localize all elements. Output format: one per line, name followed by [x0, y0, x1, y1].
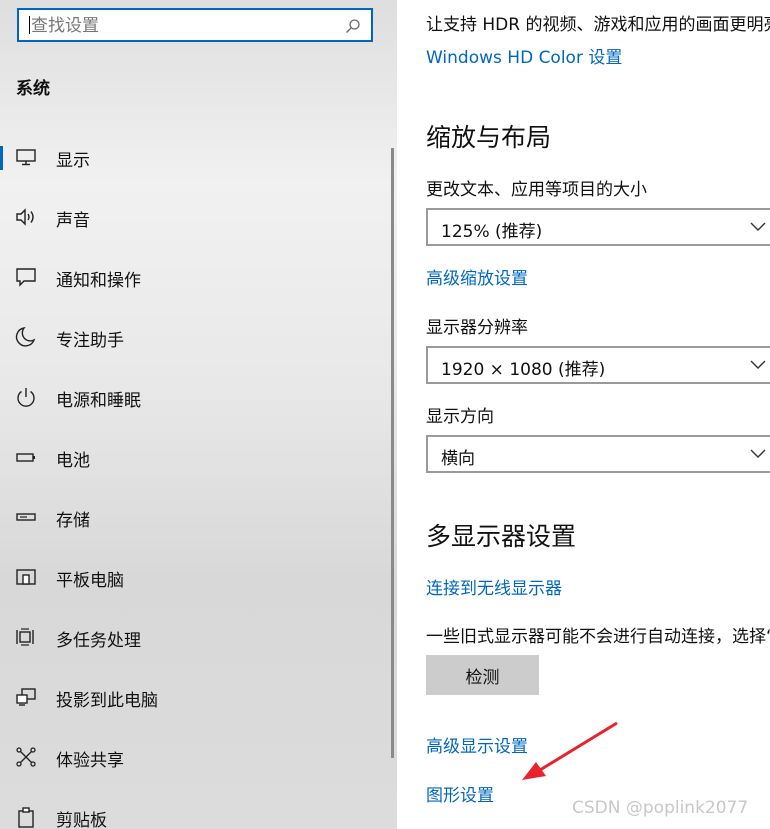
- main-content: 让支持 HDR 的视频、游戏和应用的画面更明亮、更生动。 Windows HD …: [397, 0, 770, 829]
- sidebar-item-label: 投影到此电脑: [56, 691, 158, 711]
- scale-label: 更改文本、应用等项目的大小: [426, 180, 647, 200]
- sidebar: 系统 显示 声音 通知和操作 专注助手: [0, 0, 397, 829]
- sidebar-item-sound[interactable]: 声音: [0, 188, 392, 248]
- share-icon: [15, 746, 37, 768]
- graphics-settings-link[interactable]: 图形设置: [426, 781, 494, 806]
- clipboard-icon: [15, 806, 37, 828]
- sidebar-item-multitasking[interactable]: 多任务处理: [0, 608, 392, 668]
- notification-icon: [15, 266, 37, 288]
- chevron-down-icon: [750, 222, 766, 231]
- resolution-label: 显示器分辨率: [426, 318, 528, 338]
- chevron-down-icon: [750, 449, 766, 458]
- sidebar-item-label: 存储: [56, 511, 90, 531]
- advanced-scaling-link[interactable]: 高级缩放设置: [426, 264, 528, 289]
- sidebar-item-label: 显示: [56, 151, 90, 171]
- orientation-label: 显示方向: [426, 407, 494, 427]
- scale-layout-heading: 缩放与布局: [426, 123, 552, 152]
- sidebar-item-label: 电源和睡眠: [56, 391, 141, 411]
- wireless-display-link[interactable]: 连接到无线显示器: [426, 574, 562, 599]
- sidebar-item-power-sleep[interactable]: 电源和睡眠: [0, 368, 392, 428]
- sidebar-item-tablet[interactable]: 平板电脑: [0, 548, 392, 608]
- sidebar-item-label: 剪贴板: [56, 811, 107, 829]
- sidebar-scrollbar[interactable]: [391, 148, 394, 758]
- text-caret: [29, 16, 30, 34]
- monitor-icon: [15, 146, 37, 168]
- sidebar-item-label: 多任务处理: [56, 631, 141, 651]
- annotation-arrow: [522, 721, 618, 780]
- orientation-value: 横向: [441, 449, 475, 469]
- resolution-value: 1920 × 1080 (推荐): [441, 360, 606, 380]
- sidebar-item-project[interactable]: 投影到此电脑: [0, 668, 392, 728]
- sidebar-item-storage[interactable]: 存储: [0, 488, 392, 548]
- project-icon: [15, 686, 37, 708]
- scale-value: 125% (推荐): [441, 222, 543, 242]
- power-icon: [15, 386, 37, 408]
- search-input[interactable]: [29, 10, 333, 42]
- watermark: CSDN @poplink2077: [572, 798, 749, 818]
- scale-dropdown[interactable]: 125% (推荐): [426, 208, 770, 246]
- resolution-dropdown[interactable]: 1920 × 1080 (推荐): [426, 346, 770, 384]
- sidebar-item-label: 专注助手: [56, 331, 124, 351]
- windows-hd-color-link[interactable]: Windows HD Color 设置: [426, 43, 622, 68]
- sidebar-nav: 显示 声音 通知和操作 专注助手 电源和睡眠 电池 存储 平板电脑 多任务处理 …: [0, 128, 392, 829]
- sidebar-item-battery[interactable]: 电池: [0, 428, 392, 488]
- sidebar-item-display[interactable]: 显示: [0, 128, 392, 188]
- storage-icon: [15, 506, 37, 528]
- sidebar-item-label: 通知和操作: [56, 271, 141, 291]
- sidebar-item-label: 平板电脑: [56, 571, 124, 591]
- sidebar-item-label: 声音: [56, 211, 90, 231]
- sidebar-item-label: 体验共享: [56, 751, 124, 771]
- section-title: 系统: [16, 79, 50, 99]
- multitask-icon: [15, 626, 37, 648]
- search-icon[interactable]: [345, 18, 361, 34]
- detect-button[interactable]: 检测: [426, 655, 539, 695]
- detect-description: 一些旧式显示器可能不会进行自动连接，选择“检测”即可尝试手动连接。: [426, 627, 770, 647]
- sidebar-item-shared-experiences[interactable]: 体验共享: [0, 728, 392, 788]
- sidebar-item-label: 电池: [56, 451, 90, 471]
- sidebar-item-focus-assist[interactable]: 专注助手: [0, 308, 392, 368]
- sidebar-item-notifications[interactable]: 通知和操作: [0, 248, 392, 308]
- chevron-down-icon: [750, 360, 766, 369]
- tablet-icon: [15, 566, 37, 588]
- multi-display-heading: 多显示器设置: [426, 522, 577, 551]
- orientation-dropdown[interactable]: 横向: [426, 435, 770, 473]
- hdr-description: 让支持 HDR 的视频、游戏和应用的画面更明亮、更生动。: [426, 15, 770, 35]
- moon-icon: [15, 326, 37, 348]
- battery-icon: [15, 446, 37, 468]
- speaker-icon: [15, 206, 37, 228]
- search-box[interactable]: [17, 8, 373, 42]
- sidebar-item-clipboard[interactable]: 剪贴板: [0, 788, 392, 829]
